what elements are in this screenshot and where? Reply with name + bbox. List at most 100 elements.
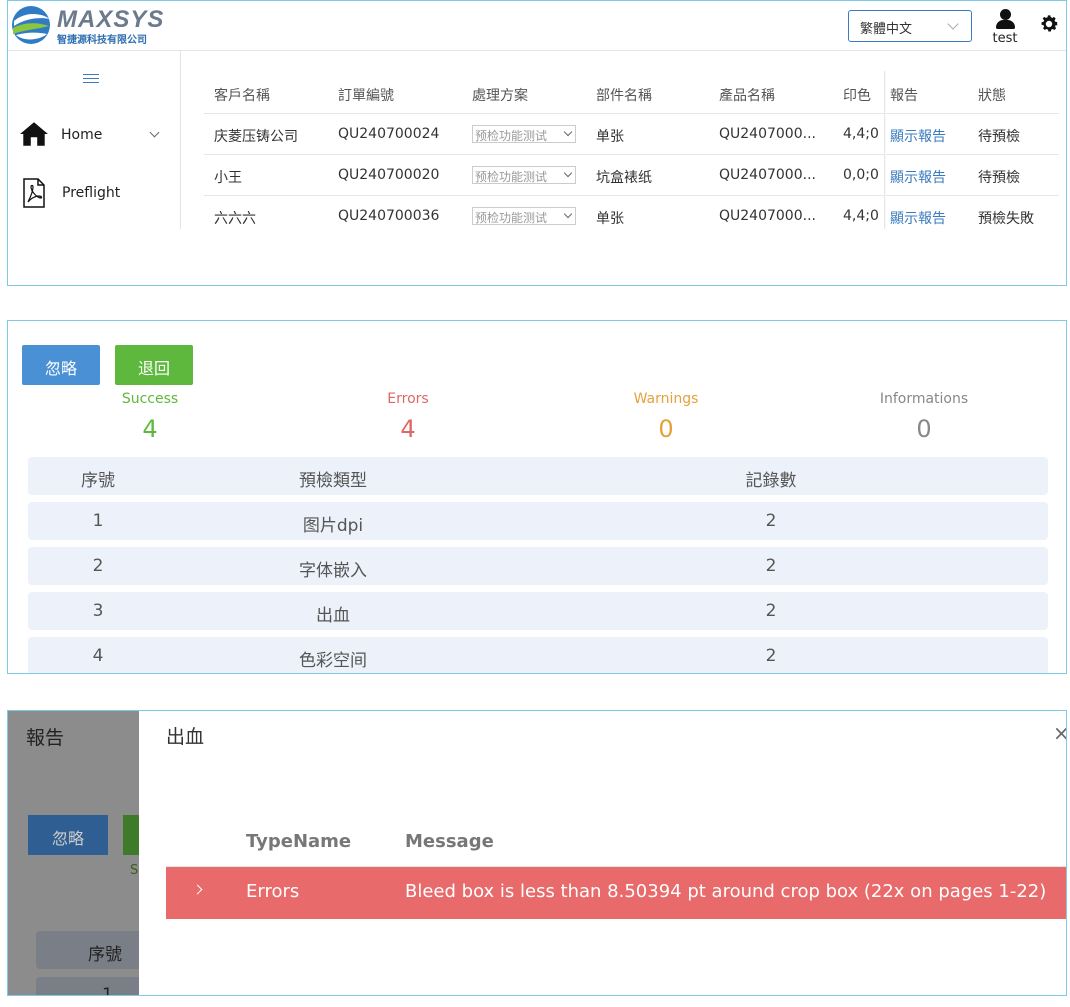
column-header: 序號 [81, 471, 115, 491]
sidebar-item-label: Preflight [62, 185, 121, 201]
home-icon [20, 122, 48, 146]
preflight-report-panel: 忽略 退回 Success 4 Errors 4 Warnings 0 Info… [7, 320, 1067, 674]
column-header: 部件名稱 [596, 88, 652, 104]
stat-errors: Errors 4 [308, 391, 508, 443]
part-cell: 单张 [596, 211, 624, 227]
column-header: 記錄數 [745, 471, 797, 491]
user-name: test [992, 31, 1018, 46]
status-cell: 待預檢 [978, 170, 1020, 186]
logo[interactable]: MAXSYS 智捷源科技有限公司 [10, 4, 163, 46]
record-count: 2 [765, 646, 777, 666]
column-header: 狀態 [978, 88, 1006, 104]
column-header: 訂單編號 [338, 88, 394, 104]
top-bar: MAXSYS 智捷源科技有限公司 繁體中文 test [8, 1, 1066, 51]
stat-success: Success 4 [50, 391, 250, 443]
brand-name: MAXSYS [57, 6, 165, 33]
column-header: 預檢類型 [299, 471, 367, 491]
chevron-down-icon [149, 127, 160, 138]
record-count: 2 [765, 556, 777, 576]
detail-drawer: 出血 × TypeName Message Errors Bleed box i… [139, 711, 1066, 995]
column-header: 處理方案 [472, 88, 528, 104]
user-icon [1000, 9, 1011, 20]
table-header: 序號 預檢類型 記錄數 [28, 457, 1048, 495]
expand-row-icon[interactable] [192, 884, 203, 895]
preflight-type: 图片dpi [302, 516, 364, 536]
sidebar: Home Preflight [8, 51, 181, 229]
error-row[interactable]: Errors Bleed box is less than 8.50394 pt… [166, 867, 1066, 919]
customer-cell: 小王 [214, 170, 242, 186]
preflight-type: 出血 [316, 606, 350, 626]
ignore-button[interactable]: 忽略 [22, 345, 100, 385]
hamburger-menu-icon[interactable] [83, 74, 99, 86]
gear-icon[interactable] [1038, 13, 1060, 35]
plan-select[interactable]: 预检功能测试 [472, 125, 576, 144]
sidebar-item-preflight[interactable]: Preflight [18, 178, 168, 212]
show-report-link[interactable]: 顯示報告 [890, 126, 946, 146]
stat-value: 0 [658, 415, 674, 443]
table-row[interactable]: 3 出血 2 [28, 592, 1048, 630]
pdf-icon [23, 178, 45, 208]
table-row[interactable]: 庆菱压铸公司 QU240700024 预检功能测试 单张 QU2407000..… [204, 114, 1059, 155]
stat-label: Warnings [633, 391, 699, 407]
table-header-dimmed: 序號 [36, 931, 156, 969]
table-row[interactable]: 1 图片dpi 2 [28, 502, 1048, 540]
stat-value: 0 [916, 415, 932, 443]
part-cell: 单张 [596, 129, 624, 145]
row-number: 3 [92, 601, 104, 621]
ignore-button-dimmed: 忽略 [28, 815, 108, 855]
sidebar-item-label: Home [61, 127, 103, 143]
language-select[interactable]: 繁體中文 [848, 10, 972, 42]
fixed-column-divider [884, 71, 886, 229]
stat-label: Success [121, 391, 179, 407]
row-number: 2 [92, 556, 104, 576]
plan-select[interactable]: 预检功能测试 [472, 166, 576, 185]
product-cell: QU2407000... [719, 208, 816, 224]
chevron-down-icon [947, 18, 959, 30]
product-cell: QU2407000... [719, 167, 816, 183]
modal-backdrop[interactable]: 報告 忽略 S 序號 1 [8, 711, 156, 995]
customer-cell: 六六六 [214, 211, 256, 227]
chevron-down-icon [563, 127, 573, 137]
type-name-cell: Errors [246, 881, 300, 902]
preflight-type: 色彩空间 [299, 651, 367, 671]
status-cell: 預檢失敗 [978, 211, 1034, 227]
order-no-cell: QU240700020 [338, 167, 440, 183]
record-count: 2 [765, 601, 777, 621]
status-cell: 待預檢 [978, 129, 1020, 145]
order-no-cell: QU240700036 [338, 208, 440, 224]
customer-cell: 庆菱压铸公司 [214, 129, 298, 145]
show-report-link[interactable]: 顯示報告 [890, 208, 946, 228]
sidebar-item-home[interactable]: Home [18, 119, 168, 153]
stat-label: Informations [879, 391, 969, 407]
message-cell: Bleed box is less than 8.50394 pt around… [405, 881, 1047, 902]
plan-value: 预检功能测试 [475, 170, 548, 184]
table-row[interactable]: 2 字体嵌入 2 [28, 547, 1048, 585]
plan-select[interactable]: 预检功能测试 [472, 207, 576, 226]
table-row[interactable]: 六六六 QU240700036 预检功能测试 单张 QU2407000... 4… [204, 196, 1059, 237]
return-button[interactable]: 退回 [115, 345, 193, 385]
plan-value: 预检功能测试 [475, 129, 548, 143]
column-header: 報告 [890, 88, 918, 104]
orders-table: 客戶名稱 訂單編號 處理方案 部件名稱 產品名稱 印色 報告 狀態 庆菱压铸公司… [204, 73, 1059, 237]
user-menu[interactable]: test [990, 7, 1020, 47]
row-number: 4 [92, 646, 104, 666]
close-icon[interactable]: × [1053, 721, 1066, 745]
stat-warnings: Warnings 0 [566, 391, 766, 443]
column-header: 印色 [843, 88, 871, 104]
color-cell: 4,4;0, [843, 126, 879, 142]
column-header: Message [405, 831, 494, 852]
table-header: TypeName Message [166, 817, 1066, 867]
stat-value: 4 [400, 415, 416, 443]
maxsys-logo-icon [12, 6, 50, 44]
stat-label: Errors [387, 391, 429, 407]
preflight-table: 序號 預檢類型 記錄數 1 图片dpi 2 2 字体嵌入 2 3 出血 2 4 … [28, 457, 1048, 673]
table-row[interactable]: 小王 QU240700020 预检功能测试 坑盒裱纸 QU2407000... … [204, 155, 1059, 196]
chevron-down-icon [563, 209, 573, 219]
plan-value: 预检功能测试 [475, 211, 548, 225]
show-report-link[interactable]: 顯示報告 [890, 167, 946, 187]
color-cell: 4,4;0, [843, 208, 879, 224]
language-value: 繁體中文 [860, 22, 913, 37]
row-number: 1 [92, 511, 104, 531]
table-row[interactable]: 4 色彩空间 2 [28, 637, 1048, 673]
column-header: TypeName [246, 831, 352, 852]
